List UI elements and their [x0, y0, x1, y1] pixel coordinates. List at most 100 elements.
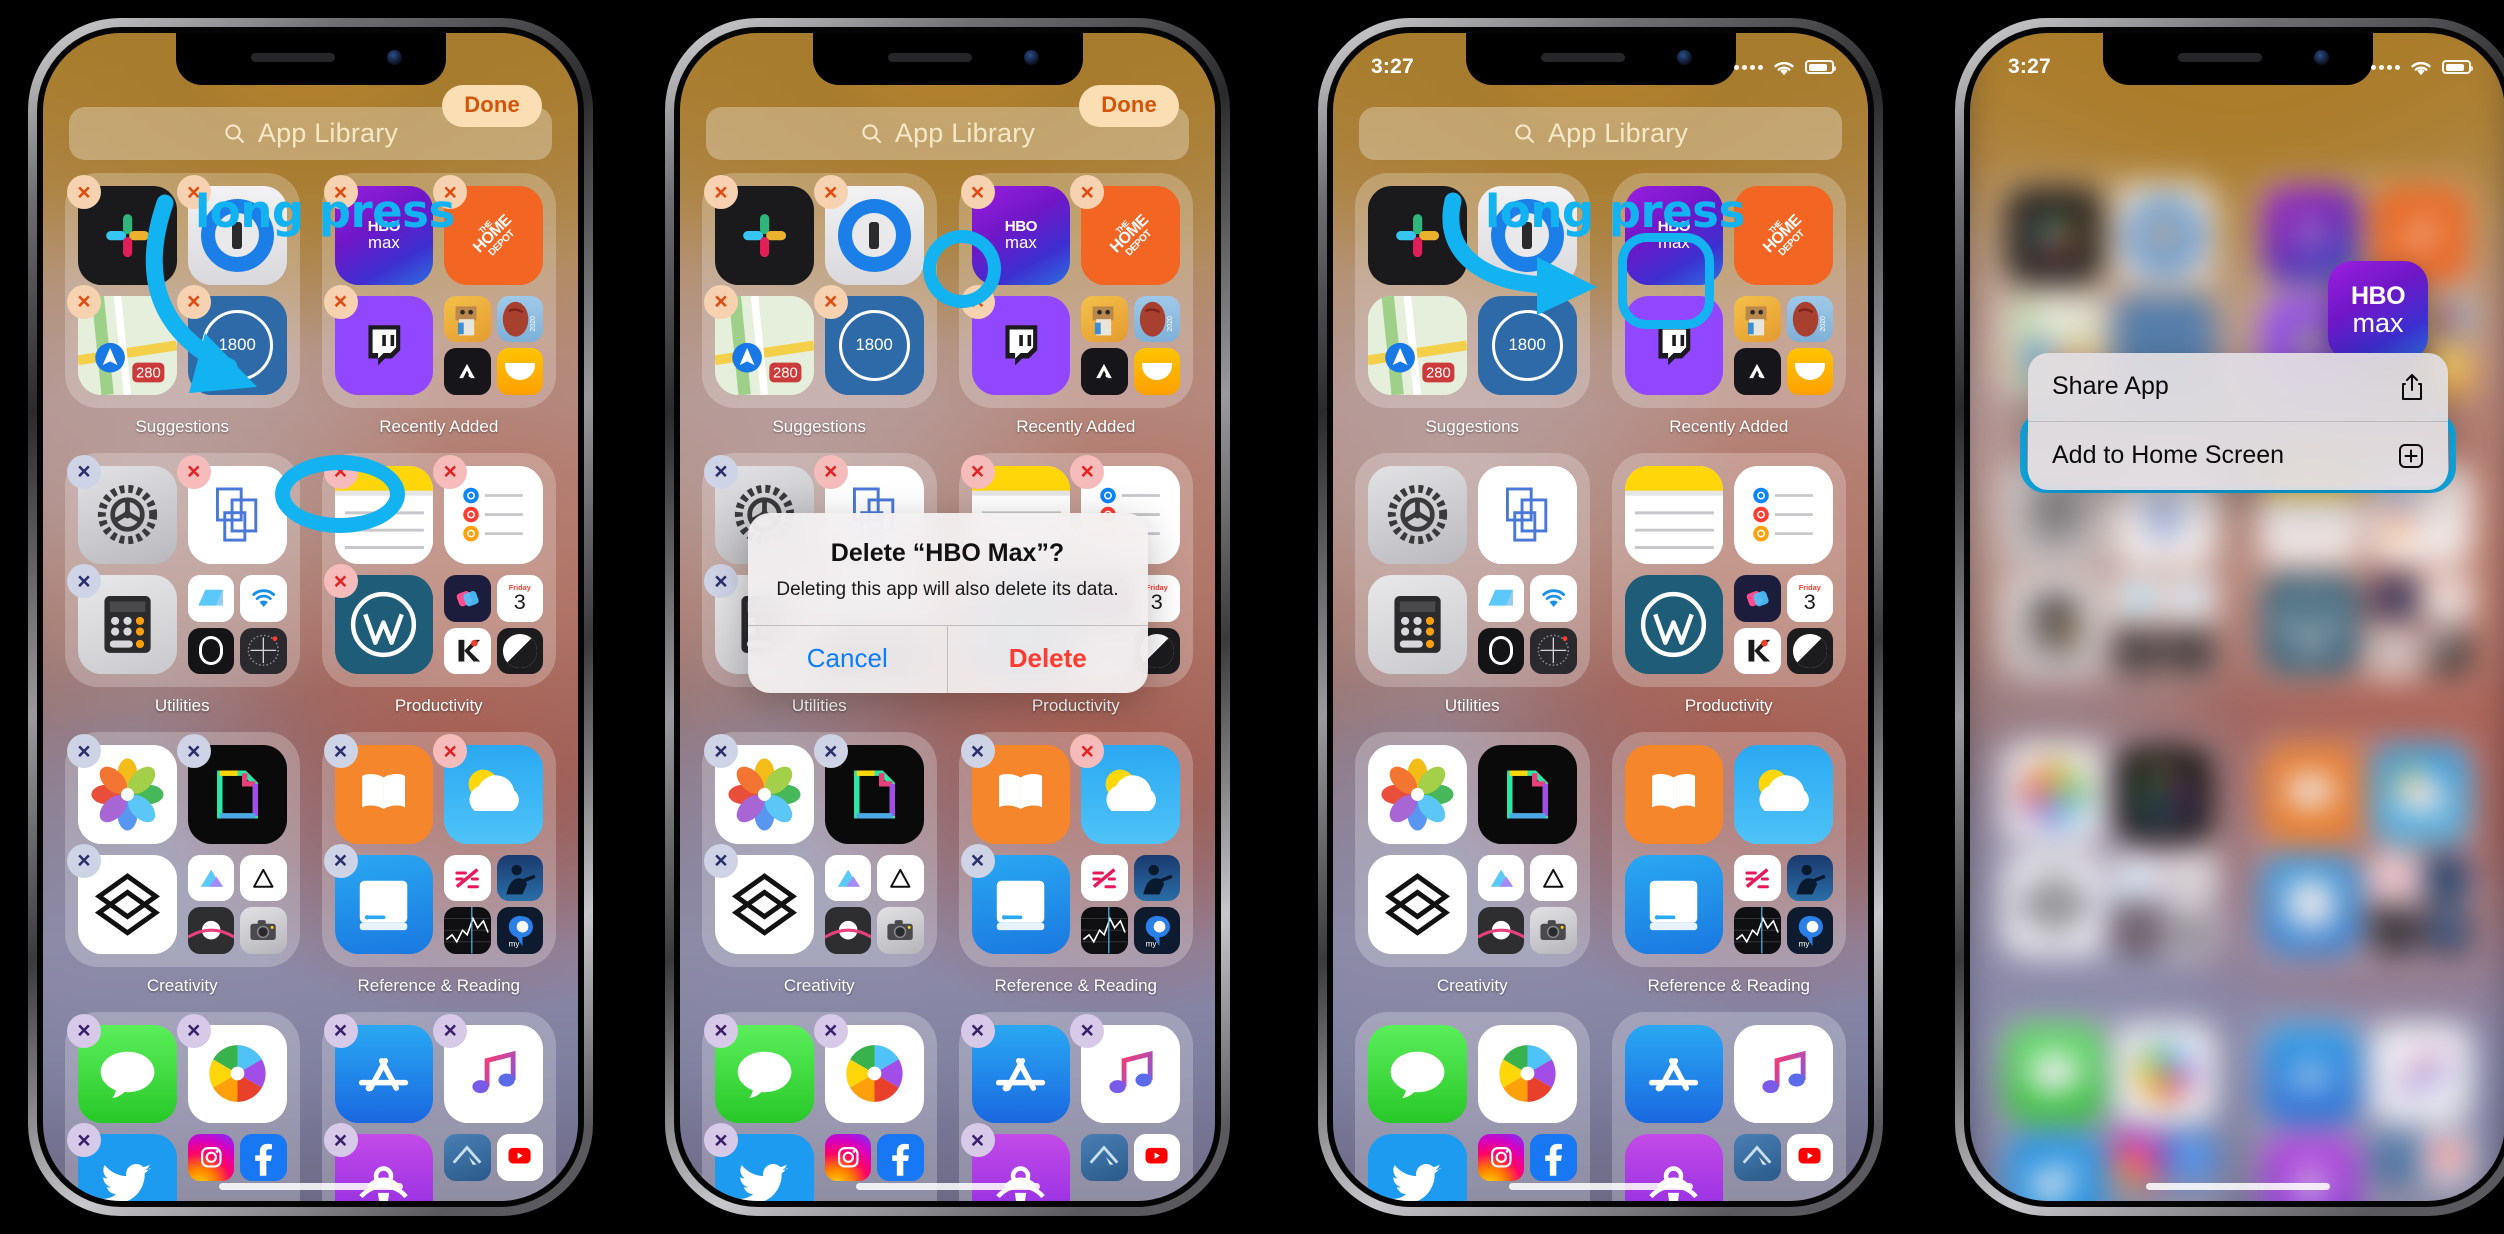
folder-social[interactable]: ×××Social — [65, 1011, 300, 1201]
photos-icon[interactable] — [1368, 745, 1467, 844]
wifi-app-icon[interactable] — [1530, 575, 1577, 622]
classic-mac-icon[interactable] — [2261, 854, 2361, 954]
app-app-store-icon[interactable]: × — [2261, 1024, 2361, 1124]
folder-productivity[interactable]: ×××Friday3Productivity — [1611, 452, 1846, 717]
calculator-icon[interactable] — [2005, 575, 2104, 674]
app-podcasts-icon[interactable]: × — [1624, 1134, 1724, 1201]
cancel-button[interactable]: Cancel — [748, 625, 948, 693]
folder-mini-grid[interactable]: Friday 3 — [444, 575, 543, 674]
folder-mini-grid[interactable] — [1477, 854, 1577, 954]
app-calculator-icon[interactable]: × — [67, 564, 177, 674]
camera-icon[interactable] — [240, 907, 287, 954]
books-icon[interactable] — [2261, 745, 2361, 844]
youtube-icon[interactable] — [2423, 1134, 2470, 1181]
context-menu-item-add-to-home-screen[interactable]: Add to Home Screen — [2028, 421, 2448, 490]
folder-mini-grid[interactable] — [1477, 1134, 1577, 1201]
folder-creativity[interactable]: ×××Creativity — [1992, 732, 2227, 996]
context-menu-item-share-app[interactable]: Share App — [2028, 353, 2448, 421]
delete-app-badge-icon[interactable]: × — [323, 734, 358, 768]
app-twitter-icon[interactable]: × — [1368, 1134, 1467, 1201]
instagram-icon[interactable] — [1477, 1134, 1525, 1181]
photos-icon[interactable] — [2005, 745, 2104, 844]
camera-icon[interactable] — [2167, 907, 2214, 954]
files-icon[interactable] — [2114, 575, 2162, 622]
app-findmy-icon[interactable]: × — [2114, 1024, 2214, 1124]
app-wordpress-icon[interactable]: × — [323, 564, 434, 674]
kindle-icon[interactable] — [1734, 627, 1781, 674]
app-classic-mac-icon[interactable]: × — [1624, 854, 1724, 954]
app-books-icon[interactable]: × — [1624, 745, 1724, 844]
settings-icon[interactable] — [1368, 465, 1467, 565]
weather-icon[interactable] — [2371, 745, 2470, 844]
speedtest-icon[interactable] — [496, 627, 543, 674]
app-calculator-icon[interactable]: × — [2005, 575, 2104, 674]
pixelmator-icon[interactable] — [2114, 745, 2214, 844]
messages-icon[interactable] — [1368, 1024, 1467, 1124]
delete-app-badge-icon[interactable]: × — [323, 1013, 358, 1048]
onepassword-icon[interactable] — [2114, 186, 2214, 285]
facebook-icon[interactable] — [1530, 1134, 1577, 1181]
delete-app-badge-icon[interactable]: × — [67, 284, 101, 319]
myradar-icon[interactable]: my — [1786, 907, 1833, 954]
folder-mini-grid[interactable] — [187, 854, 287, 954]
files-icon[interactable] — [187, 575, 235, 622]
spectre-icon[interactable] — [187, 907, 235, 954]
folder-mini-grid[interactable] — [444, 1134, 543, 1201]
delete-app-badge-icon[interactable]: × — [323, 1123, 358, 1158]
overcast-icon[interactable] — [444, 1134, 491, 1181]
wifi-app-icon[interactable] — [2167, 575, 2214, 622]
halide-icon[interactable] — [187, 854, 235, 902]
app-music-icon[interactable]: × — [433, 1013, 543, 1124]
spectre-icon[interactable] — [2114, 907, 2162, 954]
halide-icon[interactable] — [1477, 854, 1525, 902]
folder-mini-grid[interactable] — [2114, 1134, 2214, 1201]
app-store-icon[interactable] — [1624, 1024, 1724, 1124]
folder-mini-grid[interactable] — [187, 575, 287, 674]
app-findmy-icon[interactable]: × — [176, 1013, 287, 1124]
folder-mini-grid[interactable] — [2114, 854, 2214, 954]
slack-icon[interactable] — [2005, 186, 2104, 285]
folder-mini-grid[interactable] — [1477, 575, 1577, 674]
delete-app-badge-icon[interactable]: × — [67, 564, 101, 599]
calendar-icon[interactable]: Friday 3 — [496, 575, 543, 622]
folder-mini-grid[interactable] — [2114, 575, 2214, 674]
folder-utilities[interactable]: ×××Utilities — [1355, 452, 1590, 717]
app-darkroom-icon[interactable]: × — [2005, 854, 2104, 954]
app-app-store-icon[interactable]: × — [1624, 1024, 1724, 1124]
home-indicator[interactable] — [218, 1183, 403, 1190]
reader-icon[interactable] — [496, 854, 543, 902]
delete-app-badge-icon[interactable]: × — [433, 734, 468, 768]
messages-icon[interactable] — [2005, 1024, 2104, 1124]
stocks-icon[interactable] — [1734, 907, 1781, 954]
twitter-icon[interactable] — [2005, 1134, 2104, 1201]
halide-icon[interactable] — [2114, 854, 2162, 902]
weather-icon[interactable] — [1734, 745, 1833, 844]
folder-social[interactable]: ×××Social — [1355, 1011, 1590, 1201]
files-icon[interactable] — [1477, 575, 1525, 622]
app-messages-icon[interactable]: × — [1368, 1024, 1467, 1124]
calendar-icon[interactable]: Friday 3 — [1786, 575, 1833, 622]
calendar-icon[interactable]: Friday 3 — [2423, 575, 2470, 622]
app-weather-icon[interactable]: × — [1734, 745, 1833, 844]
folder-mini-grid[interactable]: Friday 3 — [1734, 575, 1833, 674]
music-icon[interactable] — [2371, 1024, 2470, 1124]
podcasts-icon[interactable] — [2261, 1134, 2361, 1201]
app-photos-icon[interactable]: × — [2005, 745, 2104, 844]
delete-app-badge-icon[interactable]: × — [67, 454, 101, 489]
app-findmy-icon[interactable]: × — [1477, 1024, 1577, 1124]
folder-social[interactable]: ×××Social — [1992, 1011, 2227, 1201]
youtube-icon[interactable] — [496, 1134, 543, 1181]
app-classic-mac-icon[interactable]: × — [323, 843, 434, 954]
folder-entertainment[interactable]: ×××Entertainment — [1611, 1011, 1846, 1201]
kindle-icon[interactable] — [444, 627, 491, 674]
folder-mini-grid[interactable]: my — [444, 854, 543, 954]
compass-icon[interactable] — [1530, 627, 1577, 674]
folder-mini-grid[interactable]: Friday 3 — [2371, 575, 2470, 674]
opal-icon[interactable] — [187, 627, 235, 674]
delete-app-badge-icon[interactable]: × — [67, 1013, 101, 1048]
darkroom-icon[interactable] — [2005, 854, 2104, 954]
delete-app-badge-icon[interactable]: × — [323, 564, 358, 599]
compass-icon[interactable] — [2167, 627, 2214, 674]
app-photos-icon[interactable]: × — [67, 734, 177, 844]
notes-icon[interactable] — [1624, 465, 1724, 565]
